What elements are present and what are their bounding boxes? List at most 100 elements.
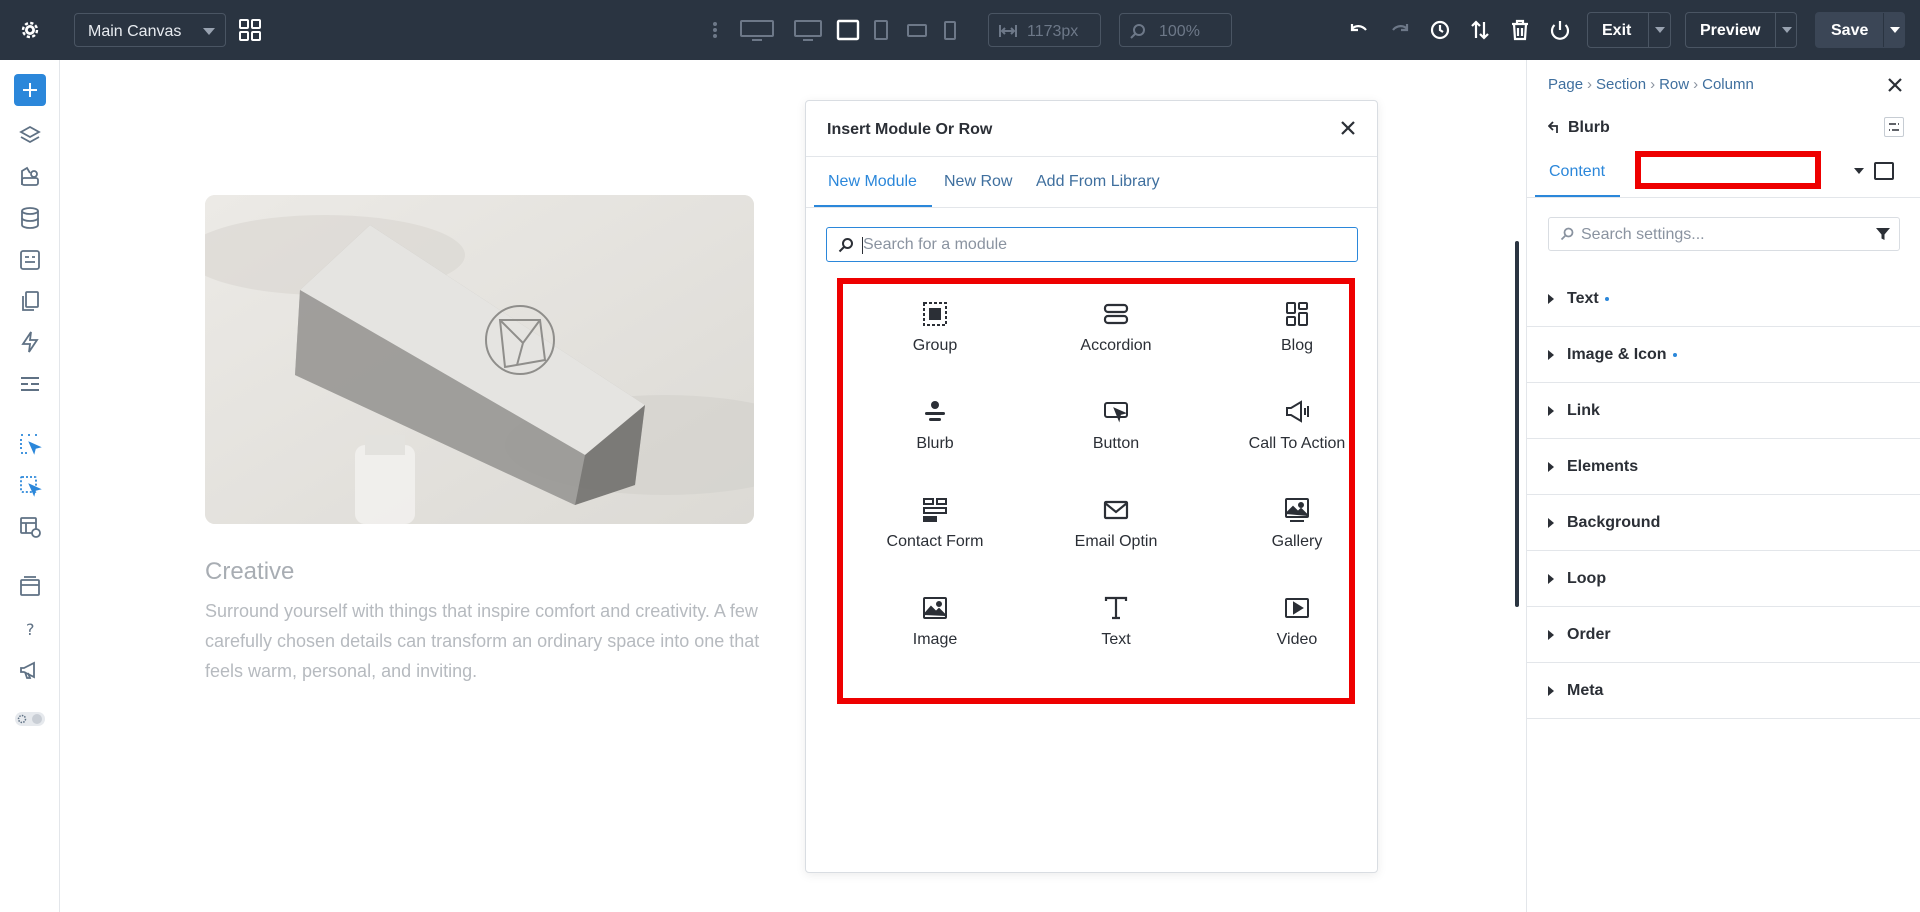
module-blog[interactable]: Blog xyxy=(1207,301,1387,381)
square-icon[interactable] xyxy=(1874,162,1894,180)
pages-icon[interactable] xyxy=(18,289,42,313)
chevron-down-icon xyxy=(203,28,215,35)
select-element-icon[interactable] xyxy=(18,432,42,456)
more-dots-icon[interactable] xyxy=(712,18,718,47)
database-icon[interactable] xyxy=(18,206,42,230)
layers-icon[interactable] xyxy=(18,124,42,148)
exit-button[interactable]: Exit xyxy=(1587,12,1671,48)
help-icon[interactable]: ? xyxy=(18,617,42,641)
phone-portrait-icon[interactable] xyxy=(944,18,956,47)
email-icon xyxy=(1103,497,1129,523)
module-blurb[interactable]: Blurb xyxy=(845,399,1025,479)
tablet-landscape-icon[interactable] xyxy=(836,18,860,47)
product-photo[interactable] xyxy=(205,195,754,524)
save-dropdown-icon[interactable] xyxy=(1890,27,1900,33)
back-arrow-icon[interactable] xyxy=(1547,120,1562,134)
caret-right-icon xyxy=(1548,518,1554,528)
module-label: Email Optin xyxy=(1074,533,1158,550)
caret-right-icon xyxy=(1548,630,1554,640)
design-icon[interactable] xyxy=(18,165,42,189)
settings-group-background[interactable]: Background xyxy=(1527,495,1920,551)
settings-search-input[interactable] xyxy=(1581,225,1851,245)
layout-preview-icon[interactable] xyxy=(18,515,42,539)
lightning-icon[interactable] xyxy=(18,330,42,354)
exit-label: Exit xyxy=(1602,22,1632,39)
power-icon[interactable] xyxy=(1548,18,1572,42)
module-label: Button xyxy=(1092,435,1140,452)
list-icon[interactable] xyxy=(18,372,42,396)
module-image[interactable]: Image xyxy=(845,595,1025,675)
gear-icon[interactable] xyxy=(18,18,42,42)
canvas-select-label: Main Canvas xyxy=(88,23,182,40)
module-search-field[interactable] xyxy=(826,227,1358,262)
tablet-portrait-icon[interactable] xyxy=(874,18,888,47)
close-icon[interactable] xyxy=(1339,119,1357,137)
module-email-optin[interactable]: Email Optin xyxy=(1026,497,1206,577)
library-icon[interactable] xyxy=(18,575,42,599)
redo-icon[interactable] xyxy=(1388,18,1412,42)
tab-new-module[interactable]: New Module xyxy=(828,173,917,191)
group-label-text: Image & Icon xyxy=(1567,346,1667,363)
widescreen-icon[interactable] xyxy=(740,18,774,47)
module-gallery[interactable]: Gallery xyxy=(1207,497,1387,577)
history-icon[interactable] xyxy=(1428,18,1452,42)
settings-group-loop[interactable]: Loop xyxy=(1527,551,1920,607)
form-icon[interactable] xyxy=(18,248,42,272)
module-call-to-action[interactable]: Call To Action xyxy=(1207,399,1387,479)
settings-group-link[interactable]: Link xyxy=(1527,383,1920,439)
tab-new-row[interactable]: New Row xyxy=(944,173,1012,191)
module-search-input[interactable] xyxy=(863,235,1343,255)
module-contact-form[interactable]: Contact Form xyxy=(845,497,1025,577)
module-text[interactable]: Text xyxy=(1026,595,1206,675)
canvas-scrollbar[interactable] xyxy=(1515,241,1519,607)
save-label: Save xyxy=(1831,22,1869,39)
module-label: Blog xyxy=(1280,337,1314,354)
grid-icon[interactable] xyxy=(238,18,262,42)
zoom-field[interactable]: 100% xyxy=(1119,13,1232,47)
caret-right-icon xyxy=(1548,686,1554,696)
settings-group-meta[interactable]: Meta xyxy=(1527,663,1920,719)
highlighted-tab-area xyxy=(1635,151,1821,189)
undo-icon[interactable] xyxy=(1347,18,1371,42)
save-button[interactable]: Save xyxy=(1815,12,1905,48)
breadcrumb-separator: › xyxy=(1650,76,1656,93)
megaphone-icon[interactable] xyxy=(18,658,42,682)
settings-search-field[interactable] xyxy=(1548,217,1900,251)
sort-icon[interactable] xyxy=(1468,18,1492,42)
tab-dropdown-icon[interactable] xyxy=(1854,168,1864,174)
module-button[interactable]: Button xyxy=(1026,399,1206,479)
breadcrumb-section[interactable]: Section xyxy=(1596,76,1646,93)
breadcrumb-row[interactable]: Row xyxy=(1659,76,1689,93)
filter-icon[interactable] xyxy=(1875,226,1891,242)
trash-icon[interactable] xyxy=(1508,18,1532,42)
phone-landscape-icon[interactable] xyxy=(906,18,928,47)
canvas-width-field[interactable]: 1173px xyxy=(988,13,1101,47)
theme-toggle[interactable] xyxy=(14,710,46,728)
multi-select-icon[interactable] xyxy=(18,474,42,498)
contact-form-icon xyxy=(922,497,948,523)
module-video[interactable]: Video xyxy=(1207,595,1387,675)
panel-options-icon[interactable] xyxy=(1884,117,1904,137)
section-body-text: Surround yourself with things that inspi… xyxy=(205,601,760,681)
settings-group-order[interactable]: Order xyxy=(1527,607,1920,663)
module-accordion[interactable]: Accordion xyxy=(1026,301,1206,381)
preview-button[interactable]: Preview xyxy=(1685,12,1797,48)
breadcrumb-column[interactable]: Column xyxy=(1702,76,1754,93)
preview-dropdown-icon[interactable] xyxy=(1782,27,1792,33)
settings-group-elements[interactable]: Elements xyxy=(1527,439,1920,495)
modified-indicator xyxy=(1604,296,1609,301)
module-group[interactable]: Group xyxy=(845,301,1025,381)
add-button[interactable] xyxy=(14,74,46,106)
canvas-select[interactable]: Main Canvas xyxy=(74,13,226,47)
group-label: Loop xyxy=(1567,570,1607,587)
module-label: Image xyxy=(912,631,958,648)
close-icon[interactable] xyxy=(1886,76,1904,94)
desktop-icon[interactable] xyxy=(794,18,822,47)
breadcrumb-page[interactable]: Page xyxy=(1548,76,1583,93)
tab-add-from-library[interactable]: Add From Library xyxy=(1036,173,1160,191)
settings-group-image-icon[interactable]: Image & Icon xyxy=(1527,327,1920,383)
tabs-divider xyxy=(806,207,1377,208)
exit-dropdown-icon[interactable] xyxy=(1655,27,1665,33)
settings-group-text[interactable]: Text xyxy=(1527,271,1920,327)
tab-content[interactable]: Content xyxy=(1549,163,1605,181)
